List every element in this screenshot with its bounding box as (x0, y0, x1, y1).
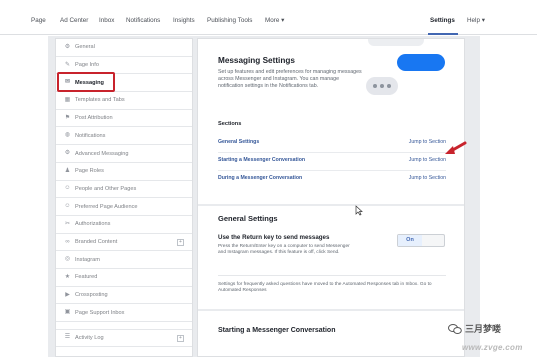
nav-publishing-tools[interactable]: Publishing Tools (207, 17, 252, 24)
sidebar-item-page-support-inbox[interactable]: ▣ Page Support Inbox (56, 305, 192, 323)
sidebar-item-page-roles[interactable]: ♟ Page Roles (56, 163, 192, 181)
toggle-on-state: On (398, 235, 422, 246)
return-key-toggle[interactable]: On (397, 234, 445, 247)
section-row-during-conversation: During a Messenger Conversation Jump to … (218, 171, 446, 189)
sidebar-item-activity-log[interactable]: ☰ Activity Log + (56, 329, 192, 347)
expand-icon[interactable]: + (177, 238, 184, 246)
nav-help[interactable]: Help ▾ (467, 17, 485, 24)
sections-heading: Sections (218, 121, 242, 127)
sidebar-item-label: People and Other Pages (75, 185, 137, 192)
sidebar-item-authorizations[interactable]: ✂ Authorizations (56, 216, 192, 234)
section-divider (198, 309, 464, 311)
section-row-starting-conversation: Starting a Messenger Conversation Jump t… (218, 153, 446, 171)
nav-insights[interactable]: Insights (173, 17, 195, 24)
nav-help-label: Help (467, 17, 480, 24)
sidebar-item-templates-and-tabs[interactable]: ▦ Templates and Tabs (56, 92, 192, 110)
sidebar-item-featured[interactable]: ★ Featured (56, 269, 192, 287)
watermark-brand: 三月梦喽 (448, 322, 501, 335)
section-row-general-settings: General Settings Jump to Section (218, 135, 446, 153)
sidebar-item-crossposting[interactable]: ▶ Crossposting (56, 287, 192, 305)
sidebar-item-label: Advanced Messaging (75, 150, 129, 157)
return-key-setting-label: Use the Return key to send messages (218, 234, 330, 241)
nav-settings[interactable]: Settings (430, 17, 455, 24)
wechat-icon (448, 323, 462, 334)
person-icon: ♟ (64, 167, 71, 174)
sidebar-item-branded-content[interactable]: ∞ Branded Content + (56, 234, 192, 252)
sidebar-item-label: General (75, 44, 95, 51)
expand-icon[interactable]: + (177, 335, 184, 342)
star-icon: ★ (64, 273, 71, 280)
nav-more[interactable]: More ▾ (265, 17, 284, 24)
top-nav: Page Ad Center Inbox Notifications Insig… (0, 9, 537, 35)
nav-notifications[interactable]: Notifications (126, 17, 160, 24)
general-settings-heading: General Settings (218, 214, 278, 223)
sidebar-item-advanced-messaging[interactable]: ⚙ Advanced Messaging (56, 145, 192, 163)
messaging-settings-panel: Messaging Settings Set up features and e… (197, 38, 465, 357)
sidebar-item-label: Preferred Page Audience (75, 203, 138, 210)
section-link[interactable]: During a Messenger Conversation (218, 175, 302, 181)
sidebar-item-label: Featured (75, 274, 98, 281)
gear-icon: ⚙ (64, 43, 71, 50)
page-title: Messaging Settings (218, 56, 295, 65)
video-icon: ▶ (65, 291, 70, 298)
gear-icon: ⚙ (64, 150, 71, 157)
mouse-cursor-icon (355, 205, 363, 216)
jump-to-section-link[interactable]: Jump to Section (409, 175, 446, 181)
caret-down-icon: ▾ (281, 17, 285, 24)
globe-icon: ◍ (64, 132, 71, 139)
section-link[interactable]: General Settings (218, 139, 259, 145)
sidebar-item-label: Branded Content (75, 239, 118, 246)
people-icon: ☺ (64, 203, 71, 210)
pencil-icon: ✎ (64, 61, 71, 68)
messaging-highlight-box (57, 72, 115, 92)
sidebar-item-label: Activity Log (75, 334, 104, 341)
sidebar-item-label: Post Attribution (75, 115, 113, 122)
section-link[interactable]: Starting a Messenger Conversation (218, 157, 305, 163)
inbox-icon: ▣ (64, 309, 71, 316)
nav-more-label: More (265, 17, 280, 24)
nav-page[interactable]: Page (31, 17, 46, 24)
section-divider (198, 204, 464, 206)
return-key-setting-description: Press the Return/Enter key on a computer… (218, 244, 350, 256)
sidebar-item-people-and-other-pages[interactable]: ☺ People and Other Pages (56, 181, 192, 199)
sidebar-item-preferred-page-audience[interactable]: ☺ Preferred Page Audience (56, 198, 192, 216)
people-icon: ☺ (64, 185, 71, 192)
divider (218, 275, 446, 276)
list-icon: ☰ (64, 334, 71, 341)
sidebar-item-label: Notifications (75, 132, 106, 139)
sidebar-item-label: Page Support Inbox (75, 309, 125, 316)
jump-to-section-link[interactable]: Jump to Section (409, 139, 446, 145)
grid-icon: ▦ (64, 96, 71, 103)
caret-down-icon: ▾ (481, 17, 485, 24)
red-arrow-icon (445, 141, 467, 154)
handshake-icon: ∞ (65, 238, 70, 245)
sidebar-item-notifications[interactable]: ◍ Notifications (56, 128, 192, 146)
nav-inbox[interactable]: Inbox (99, 17, 114, 24)
instagram-icon: ◎ (64, 256, 71, 263)
sidebar-item-label: Crossposting (75, 292, 108, 299)
automated-responses-note[interactable]: Settings for frequently asked questions … (218, 282, 448, 295)
messenger-illustration-pill (397, 54, 445, 71)
app-window: Page Ad Center Inbox Notifications Insig… (0, 0, 537, 357)
sidebar-item-label: Page Roles (75, 168, 104, 175)
flag-icon: ⚑ (64, 114, 71, 121)
watermark-url: www.zvge.com (462, 343, 523, 352)
active-tab-indicator (428, 33, 458, 35)
page-description: Set up features and edit preferences for… (218, 69, 362, 90)
sidebar-item-label: Page Info (75, 62, 99, 69)
sidebar-item-general[interactable]: ⚙ General (56, 39, 192, 57)
jump-to-section-link[interactable]: Jump to Section (409, 157, 446, 163)
header-decoration (368, 39, 424, 46)
sidebar-item-label: Templates and Tabs (75, 97, 125, 104)
sidebar-item-label: Authorizations (75, 221, 111, 228)
sidebar-item-post-attribution[interactable]: ⚑ Post Attribution (56, 110, 192, 128)
watermark-name: 三月梦喽 (465, 324, 502, 334)
typing-bubble-icon (366, 77, 398, 95)
wrench-icon: ✂ (64, 220, 71, 227)
sidebar-item-instagram[interactable]: ◎ Instagram (56, 251, 192, 270)
sidebar-item-label: Instagram (75, 256, 100, 263)
nav-ad-center[interactable]: Ad Center (60, 17, 88, 24)
starting-conversation-heading: Starting a Messenger Conversation (218, 327, 336, 334)
